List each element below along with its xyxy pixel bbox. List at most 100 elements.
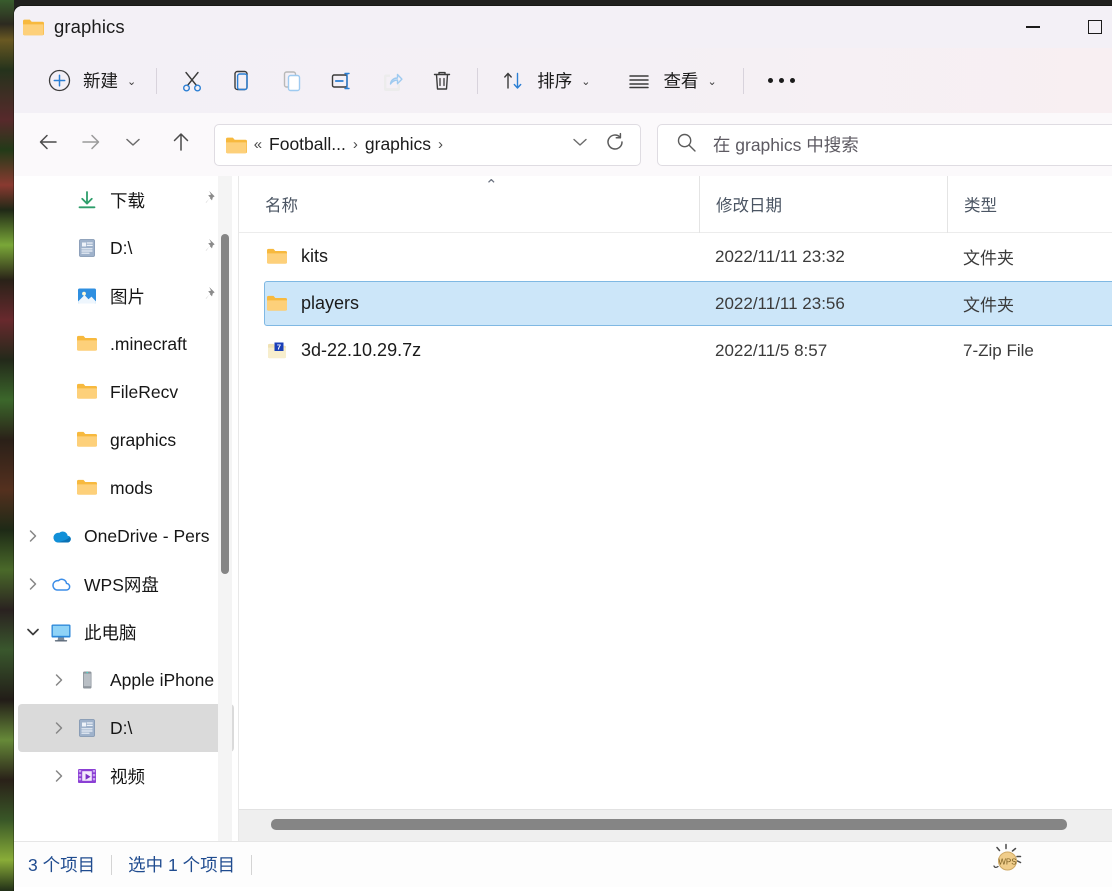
file-name-cell[interactable]: kits — [239, 246, 699, 268]
onedrive-icon — [48, 525, 74, 547]
up-button[interactable] — [160, 126, 202, 164]
trash-icon — [427, 66, 457, 96]
breadcrumb-overflow[interactable]: « — [254, 136, 262, 153]
forward-button[interactable] — [70, 126, 112, 164]
ellipsis-icon — [767, 78, 795, 83]
copy-icon — [227, 66, 257, 96]
chevron-right-icon[interactable] — [44, 672, 74, 688]
refresh-button[interactable] — [602, 131, 632, 158]
sidebar-item-graphics[interactable]: graphics — [18, 416, 234, 464]
pin-icon[interactable] — [198, 236, 218, 261]
arrow-right-icon — [78, 131, 104, 158]
file-date-cell: 2022/11/5 8:57 — [715, 340, 828, 360]
delete-button[interactable] — [417, 62, 467, 100]
chevron-down-icon — [123, 134, 143, 155]
maximize-button[interactable] — [1064, 6, 1112, 48]
chevron-right-icon[interactable] — [18, 528, 48, 544]
breadcrumb-dropdown-button[interactable] — [558, 134, 602, 155]
sidebar-item-mods[interactable]: mods — [18, 464, 234, 512]
chevron-right-icon[interactable] — [44, 720, 74, 736]
horizontal-scrollbar[interactable] — [239, 809, 1112, 841]
folder-icon — [265, 293, 289, 315]
toolbar-divider — [156, 67, 158, 94]
vertical-scrollbar[interactable] — [218, 176, 232, 841]
breadcrumb-segment-0[interactable]: Football... — [269, 134, 346, 155]
table-row[interactable]: 7 3d-22.10.29.7z 2022/11/5 8:57 7-Zip File — [239, 327, 1112, 374]
wps-bulb-icon[interactable]: WPS — [986, 842, 1030, 887]
view-button[interactable]: 查看 ⌄ — [614, 62, 726, 100]
sidebar-item-apple iphone[interactable]: Apple iPhone — [18, 656, 234, 704]
share-button[interactable] — [367, 62, 417, 100]
arrow-left-icon — [36, 131, 62, 158]
more-options-button[interactable] — [754, 62, 809, 100]
table-row[interactable]: players 2022/11/11 23:56 文件夹 — [239, 280, 1112, 327]
horizontal-scrollbar-thumb[interactable] — [271, 819, 1067, 830]
rename-button[interactable] — [317, 62, 367, 100]
cut-button[interactable] — [167, 62, 217, 100]
file-type-cell: 文件夹 — [963, 296, 1014, 315]
sidebar-item-视频[interactable]: 视频 — [18, 752, 234, 800]
sidebar-item-label: graphics — [110, 429, 177, 450]
this-pc-icon — [48, 621, 74, 643]
explorer-body: 下载 D:\ 图片 .minecraft FileRecv graphics m… — [14, 175, 1112, 841]
paste-icon — [277, 66, 307, 96]
copy-button[interactable] — [217, 62, 267, 100]
file-name-cell[interactable]: 7 3d-22.10.29.7z — [239, 340, 699, 362]
file-explorer-window: graphics 新建 ⌄ 排序 ⌄ 查看 ⌄ « Football... › … — [14, 6, 1112, 891]
sidebar-item-下载[interactable]: 下载 — [18, 176, 234, 224]
view-button-label: 查看 — [663, 71, 699, 91]
sidebar-item-label: .minecraft — [110, 333, 187, 354]
status-bar: 3 个项目 选中 1 个项目 WPS — [14, 841, 1112, 887]
sidebar-item-label: Apple iPhone — [110, 669, 215, 690]
window-title: graphics — [54, 16, 125, 37]
file-type-cell: 7-Zip File — [963, 340, 1034, 360]
table-row[interactable]: kits 2022/11/11 23:32 文件夹 — [239, 233, 1112, 280]
window-controls — [1002, 6, 1112, 48]
paste-button[interactable] — [267, 62, 317, 100]
chevron-right-icon[interactable] — [44, 768, 74, 784]
file-name-cell[interactable]: players — [239, 293, 699, 315]
chevron-down-icon: ⌄ — [581, 76, 591, 88]
breadcrumb-segment-1[interactable]: graphics — [365, 134, 431, 155]
search-input[interactable]: 在 graphics 中搜索 — [656, 123, 1112, 166]
folder-icon — [265, 246, 289, 268]
vertical-scrollbar-thumb[interactable] — [221, 234, 229, 574]
iphone-icon — [74, 669, 100, 691]
sidebar-item-filerecv[interactable]: FileRecv — [18, 368, 234, 416]
chevron-right-icon[interactable] — [18, 576, 48, 592]
sidebar-item-label: OneDrive - Pers — [84, 525, 210, 546]
recent-locations-button[interactable] — [112, 126, 154, 164]
back-button[interactable] — [28, 126, 70, 164]
download-icon — [74, 189, 100, 211]
column-header-date[interactable]: 修改日期 — [699, 175, 947, 233]
sidebar-item-此电脑[interactable]: 此电脑 — [18, 608, 234, 656]
drive-doc-icon — [74, 237, 100, 259]
plus-circle-icon — [44, 66, 74, 96]
pin-icon[interactable] — [198, 188, 218, 213]
column-header-name[interactable]: 名称 — [239, 176, 699, 233]
sidebar-item-minecraft[interactable]: .minecraft — [18, 320, 234, 368]
file-type-cell: 文件夹 — [963, 249, 1014, 268]
sidebar-item-label: WPS网盘 — [84, 574, 159, 595]
sidebar-item-label: mods — [110, 477, 153, 498]
column-header-type[interactable]: 类型 — [947, 175, 1112, 233]
status-divider-2 — [251, 854, 253, 875]
sidebar-item-图片[interactable]: 图片 — [18, 272, 234, 320]
command-bar: 新建 ⌄ 排序 ⌄ 查看 ⌄ — [14, 48, 1112, 113]
pin-icon[interactable] — [198, 284, 218, 309]
sidebar-item-d[interactable]: D:\ — [18, 704, 234, 752]
minimize-button[interactable] — [1002, 6, 1064, 48]
sidebar-item-d[interactable]: D:\ — [18, 224, 234, 272]
chevron-down-icon: ⌄ — [127, 76, 137, 88]
breadcrumb[interactable]: « Football... › graphics › — [213, 123, 641, 166]
sort-button[interactable]: 排序 ⌄ — [488, 62, 600, 100]
list-lines-icon — [624, 66, 654, 96]
navigation-bar: « Football... › graphics › 在 graphics 中搜… — [14, 113, 1112, 176]
sidebar-item-onedrive - pers[interactable]: OneDrive - Pers — [18, 512, 234, 560]
column-header-type-label: 类型 — [964, 197, 997, 215]
sidebar-item-wps网盘[interactable]: WPS网盘 — [18, 560, 234, 608]
new-button[interactable]: 新建 ⌄ — [34, 62, 146, 100]
chevron-down-icon[interactable] — [18, 624, 48, 640]
sidebar-item-label: 图片 — [110, 286, 145, 307]
file-name-label: kits — [301, 246, 328, 266]
